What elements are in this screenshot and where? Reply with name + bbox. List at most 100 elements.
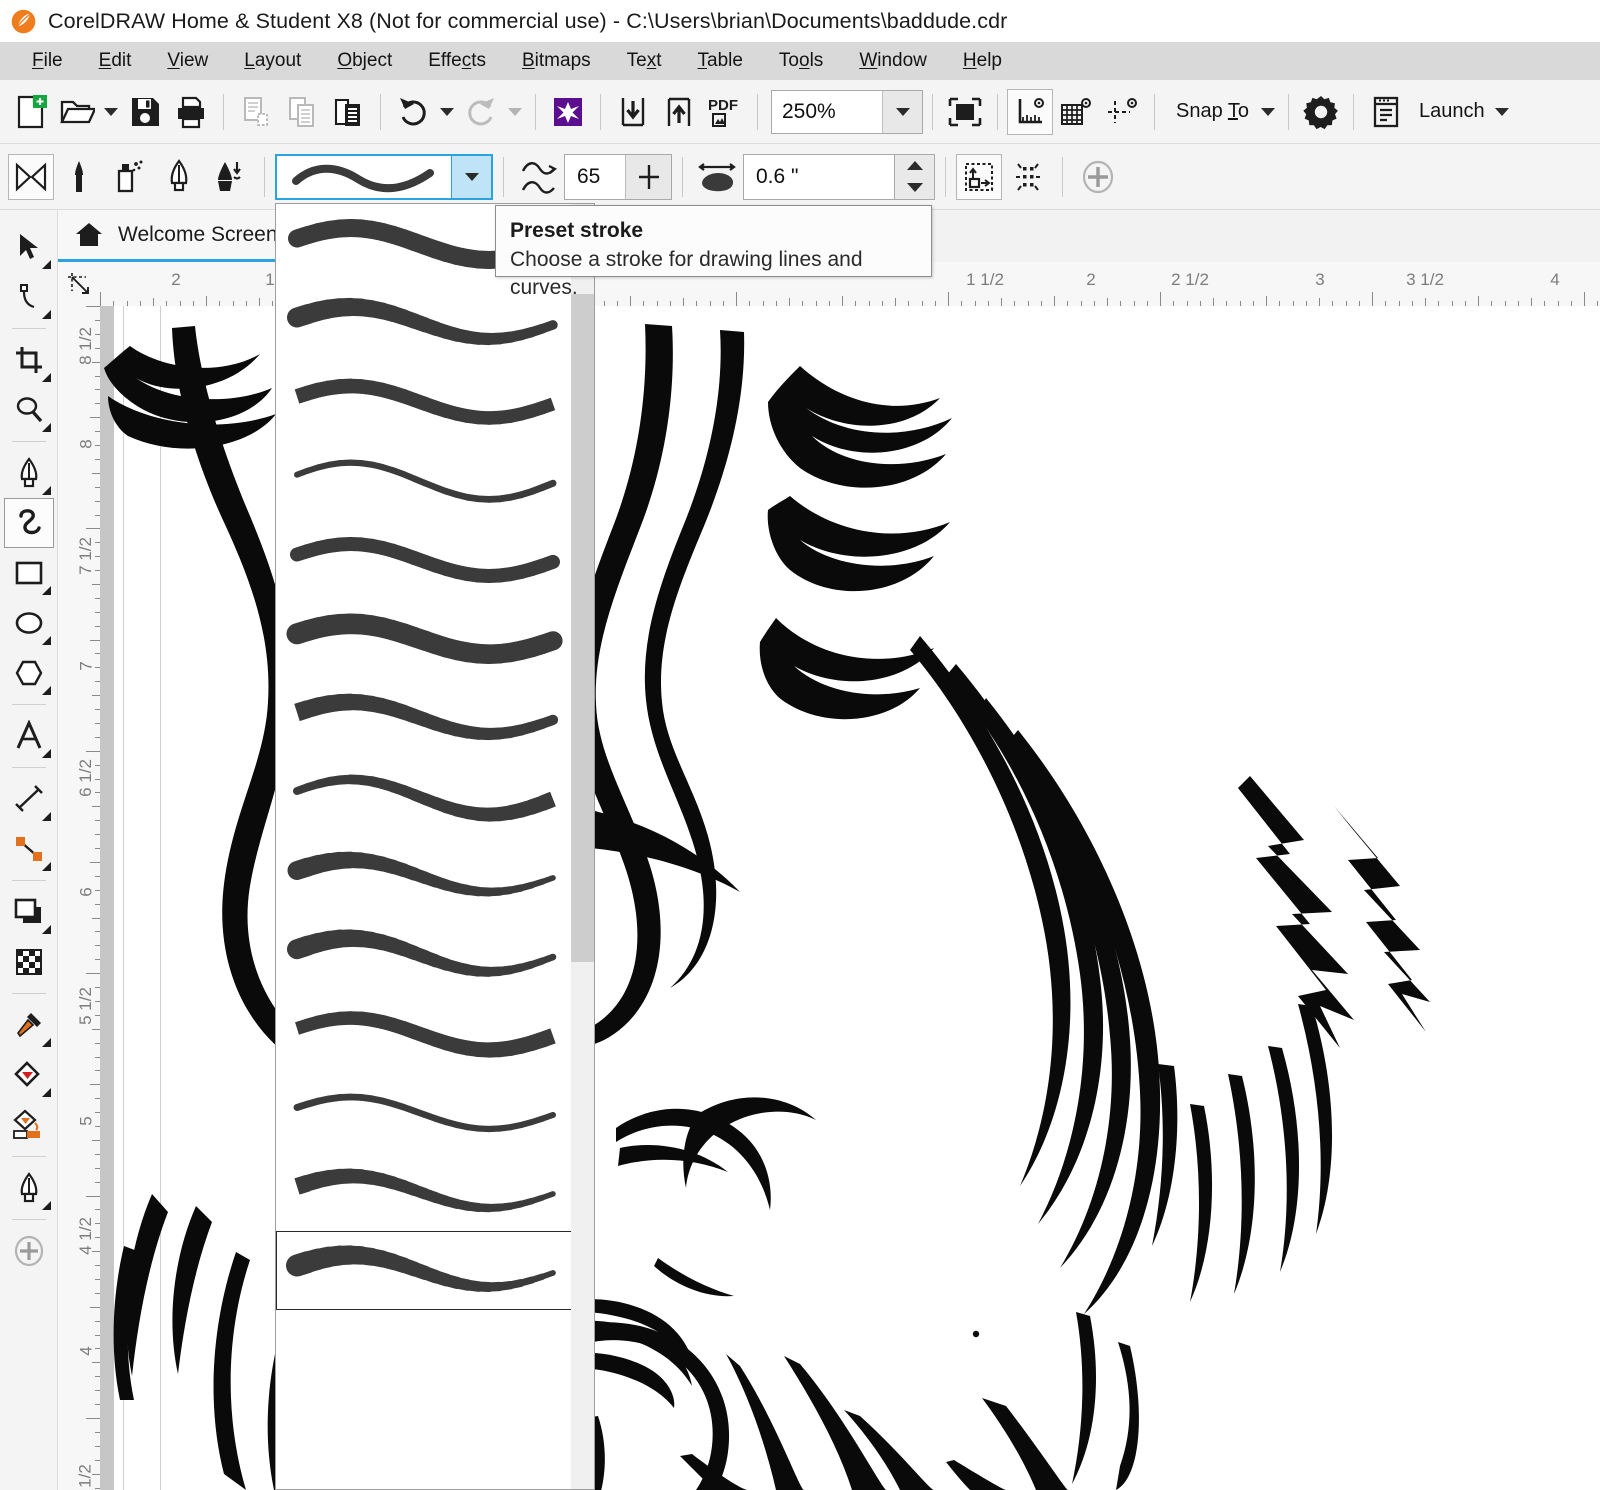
tool-color-eyedropper[interactable] [4,1000,54,1050]
stroke-width-field[interactable]: 0.6 " [743,153,895,200]
preset-stroke-item[interactable] [276,1152,573,1231]
tool-artistic-media[interactable] [3,498,54,548]
corel-connect-button[interactable] [545,87,591,137]
artistic-media-preset-mode-button[interactable] [8,153,54,200]
save-button[interactable] [122,87,168,137]
preset-stroke-item[interactable] [276,915,573,994]
menu-layout[interactable]: Layout [226,48,319,74]
artistic-media-brush-mode-button[interactable] [54,151,104,203]
menu-text[interactable]: Text [609,48,680,74]
tool-transparency[interactable] [4,937,54,987]
redo-button[interactable] [458,87,504,137]
tool-fill[interactable] [4,1163,54,1213]
cut-button[interactable] [233,87,279,137]
menu-window[interactable]: Window [841,48,945,74]
artistic-media-sprayer-mode-button[interactable] [104,151,154,203]
undo-button[interactable] [390,87,436,137]
snap-to-chevron-down-icon[interactable] [1257,87,1279,137]
menu-effects[interactable]: Effects [410,48,504,74]
tool-freehand[interactable] [4,448,54,498]
preset-stroke-item[interactable] [276,441,573,520]
spinner-down-icon[interactable] [906,183,923,192]
tool-drop-shadow[interactable] [4,887,54,937]
new-document-button[interactable] [8,87,54,137]
snap-to-button[interactable]: Snap To [1164,100,1257,123]
preset-stroke-item[interactable] [276,994,573,1073]
tool-dimension[interactable] [4,774,54,824]
tool-rectangle[interactable] [4,548,54,598]
tool-pick[interactable] [4,222,54,272]
menu-tools[interactable]: Tools [761,48,841,74]
menu-table[interactable]: Table [680,48,761,74]
tool-shape[interactable] [4,272,54,322]
menu-view[interactable]: View [149,48,226,74]
flyout-arrow-icon[interactable] [33,1038,51,1047]
menu-edit[interactable]: Edit [81,48,150,74]
publish-pdf-button[interactable]: PDF [702,87,748,137]
flyout-arrow-icon[interactable] [33,423,51,432]
tab-welcome-screen[interactable]: Welcome Screen [58,210,296,262]
artistic-media-calligraphic-mode-button[interactable] [154,151,204,203]
full-screen-preview-button[interactable] [942,87,988,137]
preset-stroke-combobox[interactable] [275,153,493,200]
flyout-arrow-icon[interactable] [33,373,51,382]
artistic-media-pressure-mode-button[interactable] [204,151,254,203]
tool-interactive-fill[interactable] [4,1050,54,1100]
launch-chevron-down-icon[interactable] [1491,87,1513,137]
zoom-level-chevron-down-icon[interactable] [882,90,922,133]
preset-stroke-item[interactable] [276,1231,573,1310]
undo-caret[interactable] [436,87,458,137]
preset-stroke-chevron-down-icon[interactable] [451,155,491,198]
rotate-object-button[interactable] [956,153,1002,200]
preset-stroke-item[interactable] [276,757,573,836]
menu-file[interactable]: File [14,48,81,74]
ruler-origin-icon[interactable] [58,262,100,306]
paste-button[interactable] [325,87,371,137]
preset-stroke-item[interactable] [276,836,573,915]
flyout-arrow-icon[interactable] [33,686,51,695]
menu-object[interactable]: Object [319,48,410,74]
preset-stroke-item[interactable] [276,1073,573,1152]
tool-outline[interactable] [4,1100,54,1150]
menu-help[interactable]: Help [945,48,1020,74]
tool-crop[interactable] [4,335,54,385]
copy-button[interactable] [279,87,325,137]
flyout-arrow-icon[interactable] [33,636,51,645]
application-launcher-icon[interactable] [1363,87,1409,137]
flyout-arrow-icon[interactable] [33,812,51,821]
preset-stroke-item[interactable] [276,520,573,599]
scrollbar-thumb[interactable] [571,293,594,963]
flyout-arrow-icon[interactable] [33,260,51,269]
preset-stroke-item[interactable] [276,678,573,757]
launch-label[interactable]: Launch [1409,100,1491,123]
flyout-arrow-icon[interactable] [33,310,51,319]
flyout-arrow-icon[interactable] [33,1201,51,1210]
print-button[interactable] [168,87,214,137]
flyout-arrow-icon[interactable] [33,486,51,495]
preset-stroke-item[interactable] [276,599,573,678]
flyout-arrow-icon[interactable] [33,925,51,934]
options-button[interactable] [1298,87,1344,137]
flyout-arrow-icon[interactable] [33,586,51,595]
flip-object-button[interactable] [1002,151,1052,203]
preset-stroke-list[interactable] [276,204,573,1489]
freehand-smoothing-field[interactable]: 65 [564,153,672,200]
tool-ellipse[interactable] [4,598,54,648]
flyout-arrow-icon[interactable] [33,862,51,871]
show-guidelines-button[interactable] [1099,87,1145,137]
tool-polygon[interactable] [4,648,54,698]
import-button[interactable] [610,87,656,137]
tool-connector[interactable] [4,824,54,874]
flyout-arrow-icon[interactable] [33,1088,51,1097]
vertical-ruler[interactable]: 8 1/2 8 7 1/2 7 6 1/2 6 5 1/2 5 4 1/2 4 1/2 [58,306,100,1490]
freehand-smoothing-slider-icon[interactable] [625,154,671,199]
add-plus-circle-icon[interactable] [1073,151,1123,203]
show-grid-button[interactable] [1053,87,1099,137]
tool-add-customize[interactable] [4,1226,54,1276]
open-document-caret[interactable] [100,87,122,137]
show-rulers-button[interactable] [1007,88,1053,135]
stroke-width-stepper[interactable] [895,153,935,200]
redo-caret[interactable] [504,87,526,137]
menu-bitmaps[interactable]: Bitmaps [504,48,609,74]
preset-stroke-scrollbar[interactable] [571,204,594,1489]
